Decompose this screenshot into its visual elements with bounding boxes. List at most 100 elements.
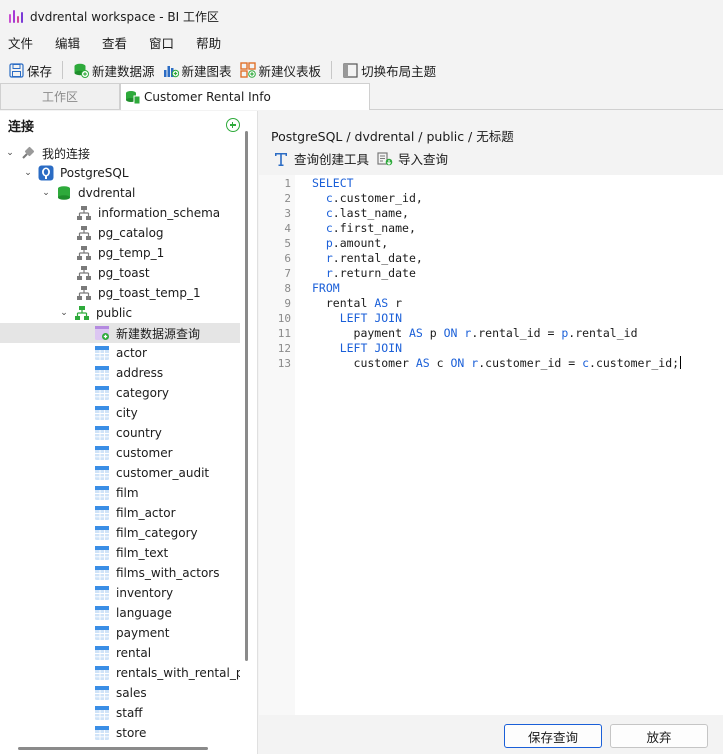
sql-line[interactable]: LEFT JOIN [312,341,723,356]
tree-node-table[interactable]: country [0,423,240,443]
app-logo-icon [8,8,24,24]
discard-button[interactable]: 放弃 [610,724,708,748]
import-icon [377,151,393,167]
window-title: dvdrental workspace - BI 工作区 [30,9,219,24]
menu-file[interactable]: 文件 [0,32,47,56]
plug-icon [20,145,36,161]
save-button[interactable]: 保存 [4,58,56,82]
line-number: 4 [284,222,291,235]
menu-window[interactable]: 窗口 [141,32,188,56]
sql-line[interactable]: LEFT JOIN [312,311,723,326]
tree-node-schema[interactable]: pg_toast [0,263,240,283]
tree-node-table[interactable]: films_with_actors [0,563,240,583]
switch-theme-button[interactable]: 切换布局主题 [338,58,440,82]
save-query-button[interactable]: 保存查询 [504,724,602,748]
tree-node-label: pg_catalog [98,226,164,240]
sql-line[interactable]: r.rental_date, [312,251,723,266]
tree-node-dvdrental[interactable]: ⌄ dvdrental [0,183,240,203]
sql-editor[interactable]: 1 2 3 4 5 6 7 8 9 10 11 12 13 SELECT c.customer_id, … [259,175,723,715]
table-icon [94,425,110,441]
tree-horizontal-scrollbar[interactable] [18,747,208,750]
sidebar-title: 连接 [8,119,35,135]
tree-node-table[interactable]: store [0,723,240,743]
tree-node-my-connections[interactable]: ⌄ 我的连接 [0,143,240,163]
line-number-gutter: 1 2 3 4 5 6 7 8 9 10 11 12 13 [259,175,295,715]
query-editor-panel: PostgreSQL / dvdrental / public / 无标题 查询… [259,111,723,754]
sql-line[interactable]: c.first_name, [312,221,723,236]
menu-view[interactable]: 查看 [94,32,141,56]
tree-node-table[interactable]: actor [0,343,240,363]
tree-node-schema[interactable]: pg_catalog [0,223,240,243]
sql-line[interactable]: r.return_date [312,266,723,281]
line-number: 2 [284,192,291,205]
tree-node-table[interactable]: rental [0,643,240,663]
tree-node-label: PostgreSQL [60,166,129,180]
tree-node-label: actor [116,346,147,360]
tree-node-table[interactable]: film_category [0,523,240,543]
chevron-down-icon[interactable]: ⌄ [4,147,16,159]
database-icon [56,185,72,201]
tree-node-schema[interactable]: information_schema [0,203,240,223]
table-icon [94,505,110,521]
query-toolbar: 查询创建工具 导入查询 [273,149,456,168]
chevron-down-icon[interactable]: ⌄ [40,187,52,199]
tree-node-table[interactable]: customer [0,443,240,463]
sql-line[interactable]: payment AS p ON r.rental_id = p.rental_i… [312,326,723,341]
tree-node-table[interactable]: language [0,603,240,623]
save-icon [8,62,24,78]
import-query-button[interactable]: 导入查询 [377,149,448,168]
tree-node-table[interactable]: sales [0,683,240,703]
tree-vertical-scrollbar[interactable] [245,131,248,661]
chevron-down-icon[interactable]: ⌄ [58,307,70,319]
tree-node-public[interactable]: ⌄ public [0,303,240,323]
tree-node-table[interactable]: rentals_with_rental_peri [0,663,240,683]
menu-bar: 文件 编辑 查看 窗口 帮助 [0,32,723,56]
table-icon [94,545,110,561]
sql-line[interactable]: p.amount, [312,236,723,251]
tree-node-table[interactable]: payment [0,623,240,643]
tree-node-table[interactable]: customer_audit [0,463,240,483]
menu-help[interactable]: 帮助 [188,32,235,56]
tree-node-label: public [96,306,133,320]
query-builder-button[interactable]: 查询创建工具 [273,149,369,168]
tree-node-table[interactable]: address [0,363,240,383]
sql-line[interactable]: SELECT [312,176,723,191]
chevron-down-icon[interactable]: ⌄ [22,167,34,179]
line-number: 5 [284,237,291,250]
tree-node-label: customer_audit [116,466,210,480]
menu-edit[interactable]: 编辑 [47,32,94,56]
new-query-icon [94,325,110,341]
tree-node-table[interactable]: staff [0,703,240,723]
new-chart-button[interactable]: 新建图表 [159,58,236,82]
line-number: 11 [277,327,291,340]
sql-line[interactable]: customer AS c ON r.customer_id = c.custo… [312,356,723,371]
tree-node-table[interactable]: film [0,483,240,503]
text-cursor [680,356,682,369]
sql-line[interactable]: c.last_name, [312,206,723,221]
tree-node-new-query[interactable]: 新建数据源查询 [0,323,240,343]
sql-line[interactable]: rental AS r [312,296,723,311]
tree-node-schema[interactable]: pg_toast_temp_1 [0,283,240,303]
tree-node-label: city [116,406,138,420]
tree-node-label: information_schema [98,206,221,220]
new-datasource-button[interactable]: 新建数据源 [69,58,159,82]
tab-workspace[interactable]: 工作区 [0,83,120,109]
add-connection-icon[interactable] [226,118,240,132]
tree-node-table[interactable]: film_actor [0,503,240,523]
tree-node-label: sales [116,686,147,700]
tree-node-postgresql[interactable]: ⌄ PostgreSQL [0,163,240,183]
tree-node-table[interactable]: film_text [0,543,240,563]
table-icon [94,565,110,581]
tree-node-schema[interactable]: pg_temp_1 [0,243,240,263]
tree-node-table[interactable]: category [0,383,240,403]
tree-node-table[interactable]: inventory [0,583,240,603]
tree-node-table[interactable]: city [0,403,240,423]
new-dashboard-button[interactable]: 新建仪表板 [236,58,326,82]
sql-line[interactable]: c.customer_id, [312,191,723,206]
tab-customer-rental-info[interactable]: Customer Rental Info [120,83,370,110]
sql-line[interactable]: FROM [312,281,723,296]
postgresql-icon [38,165,54,181]
save-label: 保存 [27,63,53,79]
sql-code-area[interactable]: SELECT c.customer_id, c.last_name, c.fir… [295,175,723,715]
import-query-label: 导入查询 [398,152,449,167]
